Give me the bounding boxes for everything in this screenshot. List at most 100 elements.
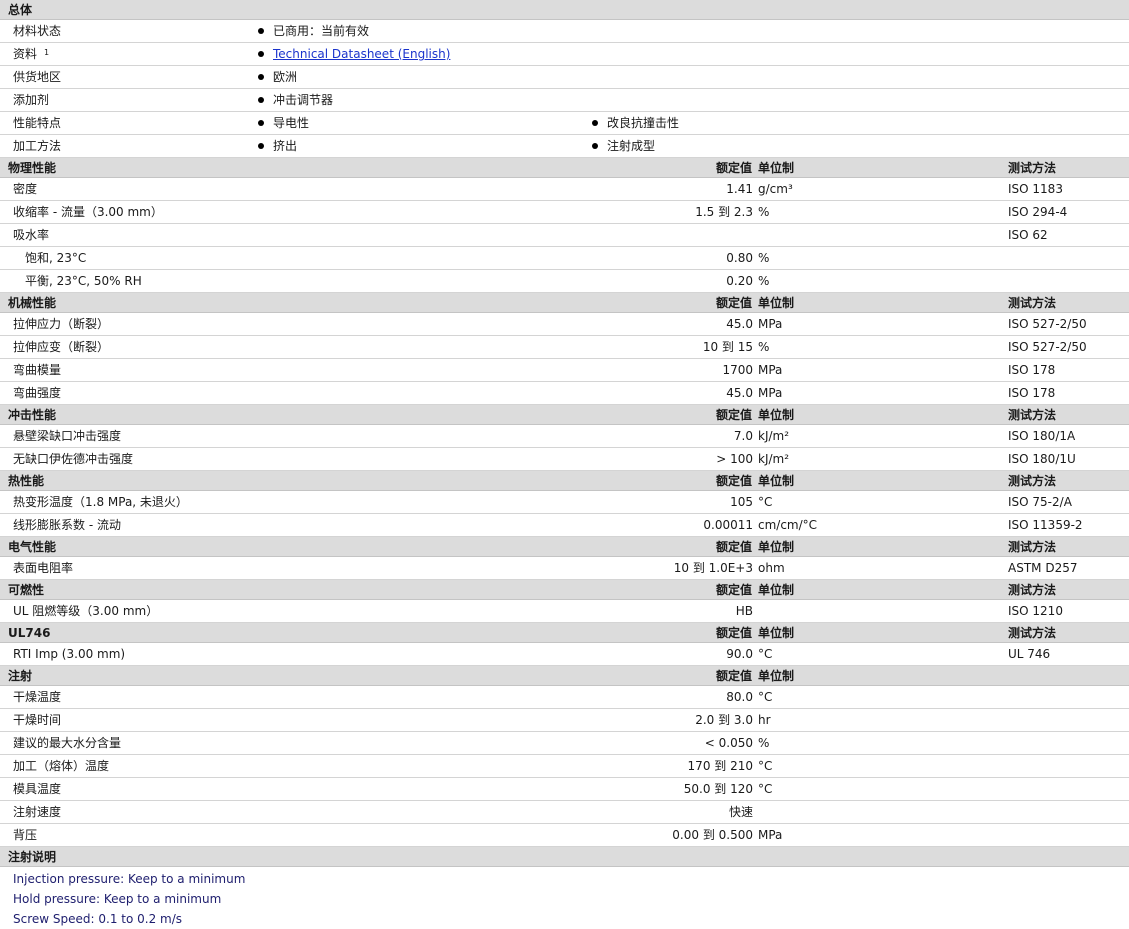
property-unit: g/cm³	[758, 182, 793, 196]
notes-block: Injection pressure: Keep to a minimum Hol…	[0, 867, 1129, 929]
test-method: ISO 11359-2	[1008, 518, 1083, 532]
property-value: 快速	[728, 805, 753, 819]
property-value: 1.5 到 2.3	[695, 205, 753, 219]
bullet-icon	[592, 143, 598, 149]
header-value: 额定值	[715, 540, 752, 554]
property-row: 饱和, 23°C 0.80%	[0, 247, 1129, 270]
property-row: 弯曲模量 1700 MPa ISO 178	[0, 359, 1129, 382]
test-method: ISO 180/1A	[1008, 429, 1076, 443]
property-label: 背压	[13, 828, 38, 842]
property-value: 90.0	[726, 647, 753, 661]
section-title: 可燃性	[8, 583, 45, 597]
section-title: 电气性能	[8, 540, 57, 554]
section-header: 注射 额定值 单位制	[0, 666, 1129, 686]
property-value: 45.0	[726, 317, 753, 331]
property-row: 线形膨胀系数 - 流动 0.00011 cm/cm/°C ISO 11359-2	[0, 514, 1129, 537]
bullet-item: 改良抗撞击性	[592, 112, 679, 135]
header-value: 额定值	[715, 474, 752, 488]
property-row: 密度 1.41 g/cm³ ISO 1183	[0, 178, 1129, 201]
header-unit: 单位制	[758, 669, 795, 683]
note-line: Screw Speed: 0.1 to 0.2 m/s	[13, 912, 183, 926]
section-title: 热性能	[8, 474, 45, 488]
property-unit: %	[758, 340, 770, 354]
property-label: RTI Imp (3.00 mm)	[13, 647, 126, 661]
section-header: 物理性能 额定值 单位制 测试方法	[0, 158, 1129, 178]
header-value: 额定值	[715, 296, 752, 310]
header-unit: 单位制	[758, 474, 795, 488]
property-value: 105	[730, 495, 753, 509]
property-row: 干燥温度 80.0 °C	[0, 686, 1129, 709]
row-label: 资料	[13, 47, 38, 61]
bullet-item[interactable]: Technical Datasheet (English)	[258, 43, 450, 66]
note-line: Injection pressure: Keep to a minimum	[13, 872, 246, 886]
datasheet: 总体材料状态 已商用：当前有效资料 1 Technical Datasheet (En…	[0, 0, 1129, 929]
row-label: 性能特点	[13, 116, 62, 130]
property-row: 吸水率 ISO 62	[0, 224, 1129, 247]
footnote-marker: 1	[44, 48, 50, 57]
property-unit: MPa	[758, 363, 783, 377]
row-label: 供货地区	[13, 70, 62, 84]
bullet-icon	[258, 28, 264, 34]
property-value: 80.0	[726, 690, 753, 704]
general-row: 材料状态 已商用：当前有效	[0, 20, 1129, 43]
header-value: 额定值	[715, 161, 752, 175]
property-row: 干燥时间 2.0 到 3.0 hr	[0, 709, 1129, 732]
property-value: 0.00011	[703, 518, 753, 532]
property-label: UL 阻燃等级（3.00 mm）	[13, 604, 159, 618]
section-title: 总体	[8, 3, 33, 17]
property-value: 170 到 210	[687, 759, 753, 773]
property-row: 无缺口伊佐德冲击强度 > 100 kJ/m² ISO 180/1U	[0, 448, 1129, 471]
test-method: ASTM D257	[1008, 561, 1078, 575]
property-value: 7.0	[733, 429, 753, 443]
general-row: 供货地区 欧洲	[0, 66, 1129, 89]
section-header: 可燃性 额定值 单位制 测试方法	[0, 580, 1129, 600]
section-header: 电气性能 额定值 单位制 测试方法	[0, 537, 1129, 557]
property-label: 线形膨胀系数 - 流动	[13, 518, 121, 532]
general-row: 性能特点 导电性 改良抗撞击性	[0, 112, 1129, 135]
property-unit: %	[758, 205, 770, 219]
datasheet-link[interactable]: Technical Datasheet (English)	[273, 47, 450, 61]
property-value: < 0.050	[704, 736, 753, 750]
property-value: 45.0	[726, 386, 753, 400]
section-header: UL746 额定值 单位制 测试方法	[0, 623, 1129, 643]
header-test-method: 测试方法	[1008, 540, 1057, 554]
property-label: 弯曲强度	[13, 386, 62, 400]
bullet-text: 挤出	[273, 139, 298, 153]
header-value: 额定值	[715, 408, 752, 422]
header-unit: 单位制	[758, 540, 795, 554]
property-label: 吸水率	[13, 228, 50, 242]
header-unit: 单位制	[758, 161, 795, 175]
bullet-item: 导电性	[258, 112, 309, 135]
bullet-icon	[258, 97, 264, 103]
section-header-notes: 注射说明	[0, 847, 1129, 867]
note-line: Hold pressure: Keep to a minimum	[13, 892, 222, 906]
property-row: 平衡, 23°C, 50% RH 0.20%	[0, 270, 1129, 293]
row-label: 材料状态	[13, 24, 62, 38]
property-unit: °C	[758, 759, 773, 773]
section-title: 物理性能	[8, 161, 57, 175]
header-test-method: 测试方法	[1008, 583, 1057, 597]
header-unit: 单位制	[758, 408, 795, 422]
property-value: 1700	[722, 363, 753, 377]
property-unit: %	[758, 251, 770, 265]
property-label: 干燥温度	[13, 690, 62, 704]
section-title: 注射	[8, 669, 33, 683]
header-test-method: 测试方法	[1008, 408, 1057, 422]
test-method: ISO 180/1U	[1008, 452, 1076, 466]
header-unit: 单位制	[758, 296, 795, 310]
property-value: 10 到 1.0E+3	[673, 561, 753, 575]
bullet-text: 注射成型	[607, 139, 656, 153]
property-row: 表面电阻率 10 到 1.0E+3 ohm ASTM D257	[0, 557, 1129, 580]
property-label: 模具温度	[13, 782, 62, 796]
bullet-item: 已商用：当前有效	[258, 20, 369, 43]
property-value: 0.80	[726, 251, 753, 265]
bullet-icon	[592, 120, 598, 126]
property-label: 密度	[13, 182, 38, 196]
bullet-text: 欧洲	[273, 70, 298, 84]
bullet-text: 冲击调节器	[273, 93, 334, 107]
property-unit: °C	[758, 495, 773, 509]
section-title: 机械性能	[8, 296, 57, 310]
property-unit: cm/cm/°C	[758, 518, 818, 532]
property-label: 弯曲模量	[13, 363, 62, 377]
property-label: 悬壁梁缺口冲击强度	[13, 429, 122, 443]
